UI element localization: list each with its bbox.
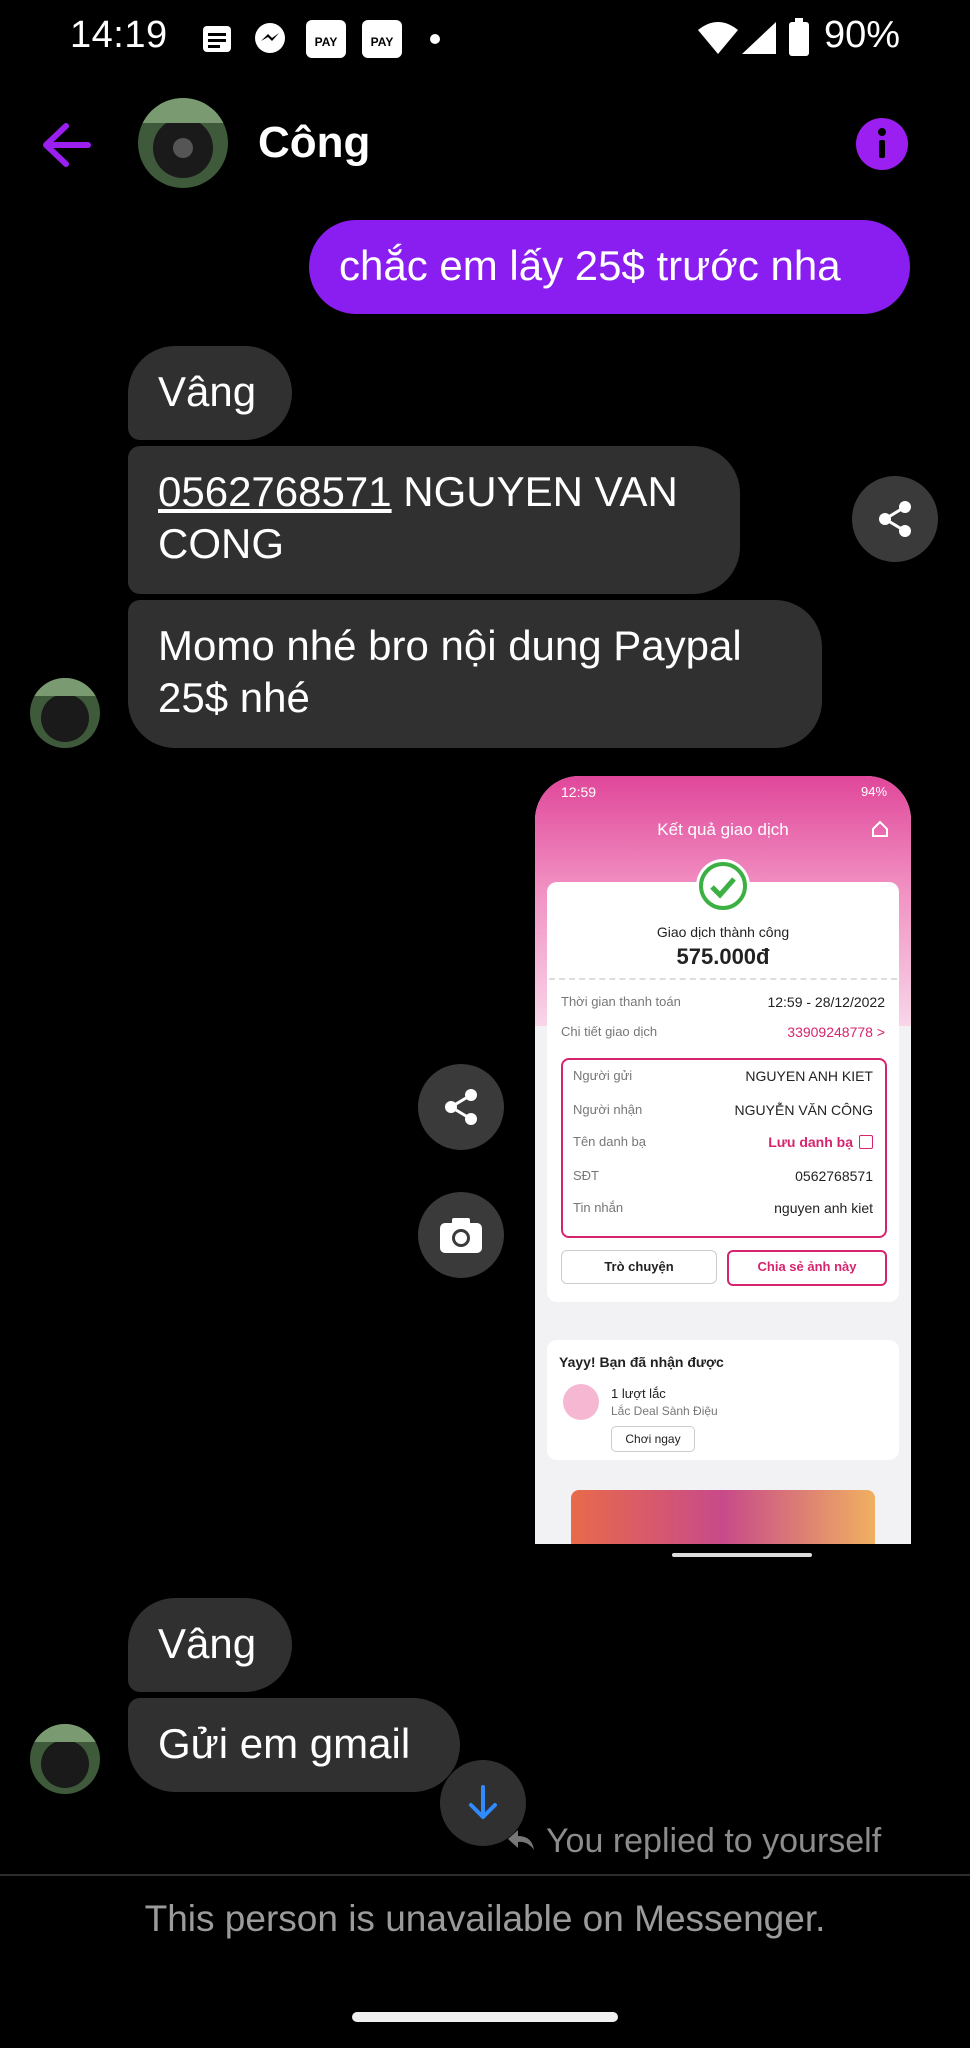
- reply-note: You replied to yourself: [546, 1822, 882, 1860]
- messenger-icon: [254, 22, 285, 53]
- edit-icon[interactable]: [859, 1135, 873, 1149]
- message-bubble-received[interactable]: Vâng: [128, 1598, 292, 1692]
- receipt-divider: [549, 978, 897, 980]
- transaction-receipt-image[interactable]: 12:59 94% Kết quả giao dịch Giao dịch th…: [535, 776, 911, 1544]
- receipt-title: Kết quả giao dịch: [657, 820, 789, 839]
- detail-value: 0562768571: [795, 1168, 873, 1184]
- message-text: Gửi em gmail: [158, 1720, 411, 1767]
- receipt-amount: 575.000đ: [676, 944, 770, 969]
- receipt-success-text: Giao dịch thành công: [656, 924, 790, 940]
- save-image-button[interactable]: [418, 1192, 504, 1278]
- status-time: 14:19: [70, 14, 168, 56]
- pay-label: PAY: [370, 35, 394, 49]
- camera-icon: [440, 1218, 482, 1253]
- pay-icon: PAY: [362, 20, 402, 58]
- play-now-button[interactable]: Chơi ngay: [611, 1426, 695, 1452]
- promo-subtitle: Lắc Deal Sành Điệu: [611, 1404, 718, 1418]
- notes-icon: [202, 24, 232, 54]
- info-button[interactable]: [856, 118, 908, 170]
- wifi-icon: [696, 20, 740, 61]
- sender-avatar[interactable]: [30, 1724, 100, 1794]
- footer-divider: [0, 1874, 970, 1876]
- detail-label: Tin nhắn: [573, 1200, 624, 1215]
- detail-value: NGUYEN ANH KIET: [745, 1068, 873, 1084]
- detail-label: Người nhận: [573, 1102, 643, 1117]
- message-bubble-received[interactable]: 0562768571 NGUYEN VAN CONG: [128, 446, 740, 594]
- save-contact-link[interactable]: Lưu danh bạ: [768, 1134, 853, 1150]
- message-bubble-sent[interactable]: chắc em lấy 25$ trước nha: [309, 220, 910, 314]
- unavailable-notice: This person is unavailable on Messenger.: [144, 1898, 826, 1939]
- play-now-label: Chơi ngay: [625, 1432, 681, 1446]
- share-icon: [879, 501, 911, 537]
- receipt-status-battery: 94%: [861, 784, 888, 799]
- promo-item: 1 lượt lắc: [611, 1386, 666, 1401]
- share-button[interactable]: [852, 476, 938, 562]
- receipt-row-label: Thời gian thanh toán: [561, 994, 681, 1009]
- detail-label: SĐT: [573, 1168, 599, 1183]
- message-bubble-received[interactable]: Vâng: [128, 346, 292, 440]
- sender-avatar[interactable]: [30, 678, 100, 748]
- chat-button[interactable]: Trò chuyện: [561, 1250, 717, 1284]
- pay-label: PAY: [314, 35, 338, 49]
- message-bubble-received[interactable]: Momo nhé bro nội dung Paypal 25$ nhé: [128, 600, 822, 748]
- gift-icon: [563, 1384, 599, 1420]
- message-text: Momo nhé bro nội dung Paypal 25$ nhé: [158, 622, 742, 721]
- promo-title: Yayy! Bạn đã nhận được: [559, 1354, 724, 1370]
- share-image-button[interactable]: Chia sẻ ảnh này: [727, 1250, 887, 1286]
- message-text: Vâng: [158, 368, 257, 415]
- share-image-label: Chia sẻ ảnh này: [757, 1259, 857, 1274]
- message-text: Vâng: [158, 1620, 257, 1667]
- transaction-id-link[interactable]: 33909248778 >: [787, 1024, 885, 1040]
- home-indicator[interactable]: [352, 2012, 618, 2022]
- pay-icon: PAY: [306, 20, 346, 58]
- home-icon[interactable]: [871, 820, 889, 843]
- chat-button-label: Trò chuyện: [604, 1259, 674, 1274]
- arrow-down-icon: [469, 1785, 497, 1819]
- receipt-row-value: 12:59 - 28/12/2022: [767, 994, 885, 1010]
- detail-label: Tên danh bạ: [573, 1134, 647, 1149]
- success-check-icon: [695, 858, 751, 919]
- reply-icon: [506, 1826, 536, 1859]
- back-button[interactable]: [38, 118, 100, 172]
- message-bubble-received[interactable]: Gửi em gmail: [128, 1698, 460, 1792]
- phone-link[interactable]: 0562768571: [158, 468, 392, 515]
- image-scroll-indicator: [672, 1553, 812, 1557]
- receipt-status-time: 12:59: [561, 784, 597, 800]
- message-text: chắc em lấy 25$ trước nha: [339, 242, 841, 289]
- receipt-row-label: Chi tiết giao dịch: [561, 1024, 658, 1039]
- contact-name[interactable]: Công: [258, 118, 370, 168]
- info-icon: [878, 128, 886, 158]
- dot-icon: [430, 34, 440, 44]
- detail-value: NGUYỄN VĂN CÔNG: [734, 1102, 873, 1118]
- signal-icon: [740, 20, 778, 61]
- share-icon: [445, 1089, 477, 1125]
- contact-avatar[interactable]: [138, 98, 228, 188]
- battery-percent: 90%: [823, 14, 900, 56]
- detail-value: nguyen anh kiet: [774, 1200, 873, 1216]
- battery-icon: [788, 18, 810, 61]
- share-button[interactable]: [418, 1064, 504, 1150]
- promo-banner-image[interactable]: [571, 1490, 875, 1544]
- detail-label: Người gửi: [573, 1068, 633, 1083]
- arrow-left-icon: [43, 123, 91, 167]
